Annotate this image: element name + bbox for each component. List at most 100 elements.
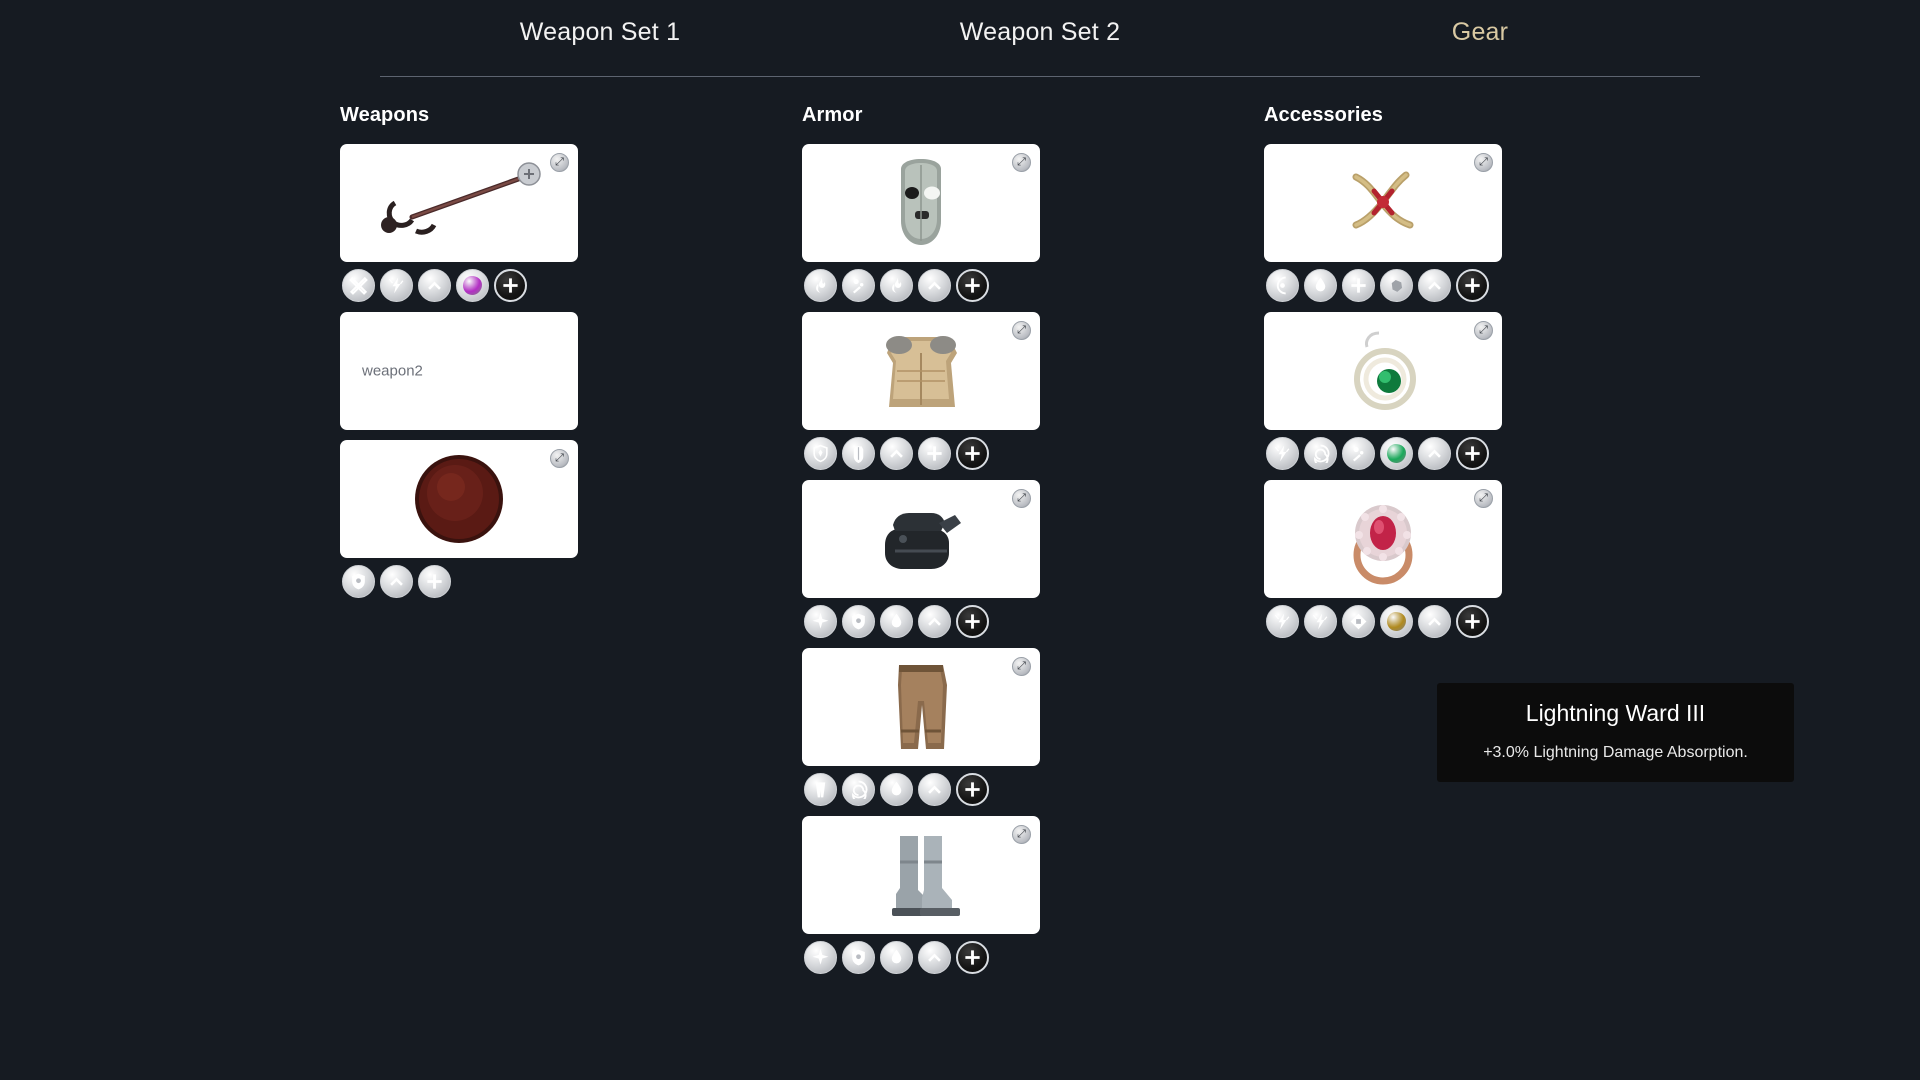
column-title: Accessories <box>1264 104 1383 126</box>
gem-green-icon[interactable] <box>1380 437 1413 470</box>
chevron-up-icon[interactable] <box>1418 605 1451 638</box>
moon-icon[interactable] <box>1266 269 1299 302</box>
droplet-icon[interactable] <box>1304 269 1337 302</box>
item-alt-text: weapon2 <box>362 362 423 380</box>
shield-icon[interactable] <box>842 605 875 638</box>
plus-icon[interactable] <box>918 437 951 470</box>
chevron-up-icon[interactable] <box>880 437 913 470</box>
droplet-icon[interactable] <box>880 941 913 974</box>
item-badge-row <box>804 605 1142 638</box>
cross-swords-icon[interactable] <box>342 269 375 302</box>
lightning-strike-icon[interactable] <box>1266 437 1299 470</box>
item-badge-row <box>804 437 1142 470</box>
item-artwork-gauntlet <box>802 480 1040 598</box>
splash-icon[interactable] <box>842 269 875 302</box>
crest-icon[interactable] <box>804 437 837 470</box>
chevron-up-icon[interactable] <box>918 773 951 806</box>
plus-dark-icon[interactable] <box>956 269 989 302</box>
item-card[interactable]: ⤢ <box>1264 312 1502 430</box>
broken-image-icon: ⤢ <box>550 449 569 468</box>
plus-dark-icon[interactable] <box>956 605 989 638</box>
item-badge-row <box>1266 269 1604 302</box>
item-artwork-chestplate <box>802 312 1040 430</box>
item-badge-row <box>1266 437 1604 470</box>
chevron-up-icon[interactable] <box>418 269 451 302</box>
item-card[interactable]: ⤢ <box>802 312 1040 430</box>
item-artwork-round-shield <box>340 440 578 558</box>
torso-armor-icon[interactable] <box>842 437 875 470</box>
stone-icon[interactable] <box>1380 269 1413 302</box>
gear-slot: ⤢ <box>1264 480 1604 638</box>
tab-weapon-set-1[interactable]: Weapon Set 1 <box>380 18 820 63</box>
tab-gear[interactable]: Gear <box>1260 18 1700 63</box>
column-title: Armor <box>802 104 863 126</box>
gear-slot: ⤢ <box>802 144 1142 302</box>
chevron-up-icon[interactable] <box>918 941 951 974</box>
square-rune-icon[interactable] <box>1342 605 1375 638</box>
item-badge-row <box>804 773 1142 806</box>
item-card[interactable]: ⤢ <box>802 648 1040 766</box>
item-card[interactable]: ⤢ <box>1264 144 1502 262</box>
shield-icon[interactable] <box>842 941 875 974</box>
item-card[interactable]: ⤢ <box>340 144 578 262</box>
swirl-icon[interactable] <box>1304 437 1337 470</box>
droplet-icon[interactable] <box>880 773 913 806</box>
chevron-up-icon[interactable] <box>918 269 951 302</box>
tabbar-divider <box>380 76 1700 77</box>
gear-slot: ⤢ <box>802 816 1142 974</box>
lightning-strike-icon[interactable] <box>1266 605 1299 638</box>
plus-dark-icon[interactable] <box>956 941 989 974</box>
item-badge-row <box>1266 605 1604 638</box>
gear-slot: ⤢ <box>340 440 680 598</box>
gear-column-weapons: Weapons ⤢ weapon2 ⤢ <box>340 104 680 984</box>
broken-image-icon: ⤢ <box>1474 321 1493 340</box>
chevron-up-icon[interactable] <box>380 565 413 598</box>
gear-slot: weapon2 <box>340 312 680 430</box>
gear-slot: ⤢ <box>802 648 1142 806</box>
legs-armor-icon[interactable] <box>804 773 837 806</box>
gear-columns: Weapons ⤢ weapon2 ⤢ Armor ⤢ ⤢ ⤢ ⤢ ⤢ Accessories ⤢ ⤢ ⤢ <box>340 104 1880 984</box>
column-title: Weapons <box>340 104 430 126</box>
item-badge-row <box>804 941 1142 974</box>
gem-gold-icon[interactable] <box>1380 605 1413 638</box>
plus-dark-icon[interactable] <box>494 269 527 302</box>
item-card[interactable]: ⤢ <box>802 480 1040 598</box>
droplet-icon[interactable] <box>880 605 913 638</box>
plus-icon[interactable] <box>418 565 451 598</box>
shield-icon[interactable] <box>342 565 375 598</box>
flame-icon[interactable] <box>880 269 913 302</box>
lightning-strike-icon[interactable] <box>1304 605 1337 638</box>
plus-dark-icon[interactable] <box>956 773 989 806</box>
sparkle-icon[interactable] <box>804 941 837 974</box>
tooltip-description: +3.0% Lightning Damage Absorption. <box>1483 744 1748 761</box>
gear-slot: ⤢ <box>340 144 680 302</box>
item-card[interactable]: weapon2 <box>340 312 578 430</box>
gear-slot: ⤢ <box>1264 144 1604 302</box>
flame-icon[interactable] <box>804 269 837 302</box>
gem-purple-icon[interactable] <box>456 269 489 302</box>
broken-image-icon: ⤢ <box>1012 657 1031 676</box>
plus-dark-icon[interactable] <box>1456 437 1489 470</box>
item-card[interactable]: ⤢ <box>802 816 1040 934</box>
plus-dark-icon[interactable] <box>956 437 989 470</box>
item-card[interactable]: ⤢ <box>802 144 1040 262</box>
item-artwork-longsword <box>340 144 578 262</box>
item-card[interactable]: ⤢ <box>1264 480 1502 598</box>
gear-column-armor: Armor ⤢ ⤢ ⤢ ⤢ ⤢ <box>802 104 1142 984</box>
chevron-up-icon[interactable] <box>1418 437 1451 470</box>
item-artwork-helmet <box>802 144 1040 262</box>
plus-icon[interactable] <box>1342 269 1375 302</box>
item-card[interactable]: ⤢ <box>340 440 578 558</box>
plus-dark-icon[interactable] <box>1456 269 1489 302</box>
broken-image-icon: ⤢ <box>1012 153 1031 172</box>
chevron-up-icon[interactable] <box>918 605 951 638</box>
swirl-icon[interactable] <box>842 773 875 806</box>
item-badge-row <box>804 269 1142 302</box>
sparkle-icon[interactable] <box>804 605 837 638</box>
plus-dark-icon[interactable] <box>1456 605 1489 638</box>
chevron-up-icon[interactable] <box>1418 269 1451 302</box>
splash-icon[interactable] <box>1342 437 1375 470</box>
broken-image-icon: ⤢ <box>1012 825 1031 844</box>
tab-weapon-set-2[interactable]: Weapon Set 2 <box>820 18 1260 63</box>
lightning-strike-icon[interactable] <box>380 269 413 302</box>
